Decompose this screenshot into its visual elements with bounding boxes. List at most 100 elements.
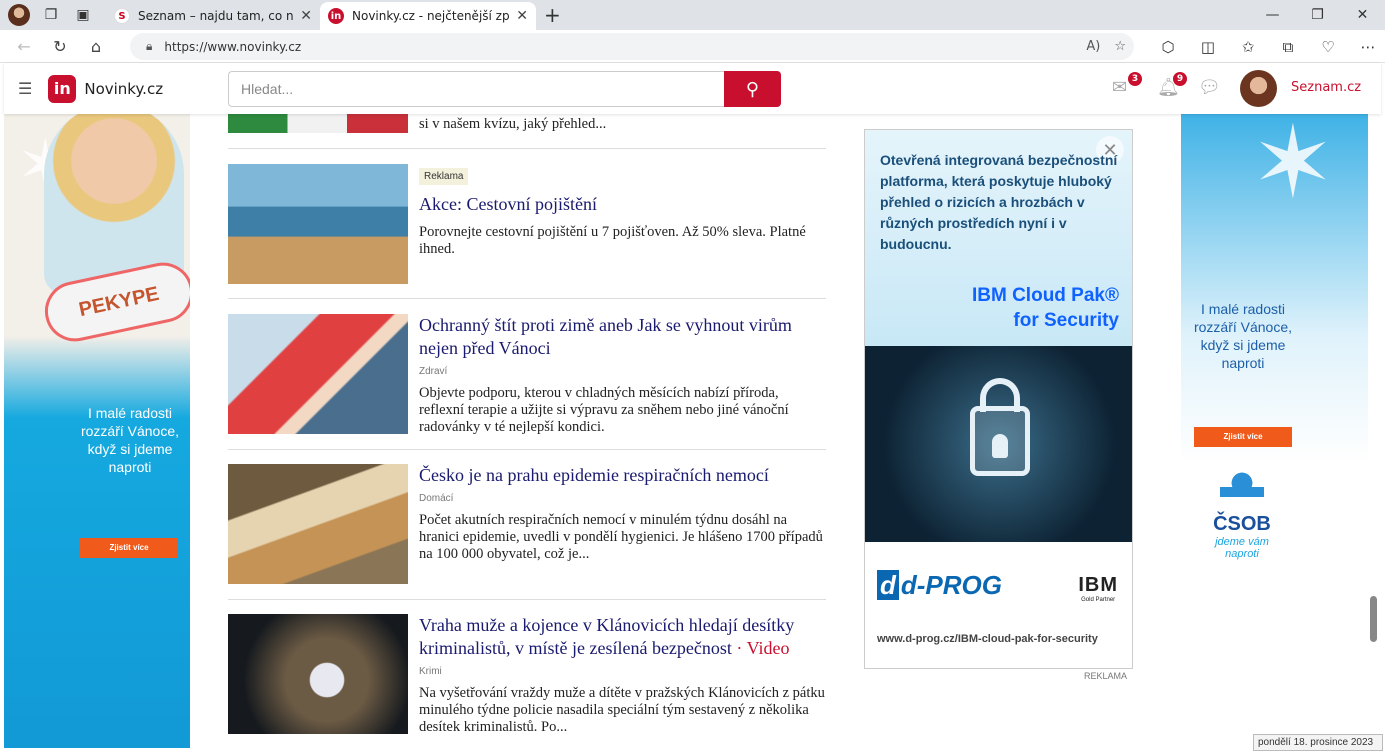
list-item[interactable]: Česko je na prahu epidemie respiračních …: [228, 450, 826, 600]
list-item[interactable]: Reklama Akce: Cestovní pojištění Porovne…: [228, 149, 826, 299]
ad-label: REKLAMA: [1084, 671, 1128, 681]
csob-logo: ČSOB jdeme vám naproti: [1207, 469, 1277, 560]
banner-cta-button[interactable]: Zjistit více: [1194, 427, 1292, 447]
chat-icon[interactable]: 💬︎: [1198, 77, 1222, 99]
article-category[interactable]: Zdraví: [419, 366, 827, 377]
refresh-icon[interactable]: ↻: [42, 37, 78, 56]
right-side-banner[interactable]: ✶ I malé radosti rozzáří Vánoce, když si…: [1181, 114, 1368, 748]
left-side-banner[interactable]: ✶ PEKYPE I malé radosti rozzáří Vánoce, …: [4, 114, 190, 748]
profile-avatar[interactable]: [6, 2, 32, 28]
csob-logo-icon: [1220, 469, 1264, 509]
article-thumbnail[interactable]: [228, 114, 408, 133]
collections-icon[interactable]: ⧉: [1268, 38, 1308, 56]
ad-headline: Otevřená integrovaná bezpečnostní platfo…: [880, 152, 1118, 252]
site-brand[interactable]: Novinky.cz: [84, 80, 163, 98]
tab-title: Novinky.cz - nejčtenější zprávy n: [352, 9, 510, 23]
ad-product: IBM Cloud Pak® for Security: [972, 283, 1119, 333]
article-thumbnail[interactable]: [228, 314, 408, 434]
video-label: · Video: [736, 638, 790, 658]
menu-icon[interactable]: ☰: [18, 79, 32, 98]
list-item[interactable]: Ochranný štít proti zimě aneb Jak se vyh…: [228, 299, 826, 450]
tab-novinky[interactable]: in Novinky.cz - nejčtenější zprávy n ✕: [320, 2, 536, 30]
browser-essentials-icon[interactable]: ♡: [1308, 38, 1348, 56]
workspaces-icon[interactable]: ❐: [38, 2, 64, 28]
article-body: Česko je na prahu epidemie respiračních …: [419, 464, 827, 563]
back-icon[interactable]: ←: [6, 37, 42, 56]
novinky-logo[interactable]: in: [48, 74, 77, 103]
tab-title: Seznam – najdu tam, co neznám: [138, 9, 294, 23]
article-title[interactable]: Ochranný štít proti zimě aneb Jak se vyh…: [419, 314, 827, 360]
article-thumbnail[interactable]: [228, 614, 408, 734]
article-perex: si v našem kvízu, jaký přehled...: [419, 116, 607, 132]
seznam-link[interactable]: Seznam.cz: [1291, 80, 1361, 95]
ad-product-line2: for Security: [1013, 310, 1119, 331]
article-title[interactable]: Akce: Cestovní pojištění: [419, 193, 827, 216]
split-screen-icon[interactable]: ◫: [1188, 38, 1228, 56]
article-thumbnail[interactable]: [228, 464, 408, 584]
article-perex: Na vyšetřování vraždy muže a dítěte v pr…: [419, 685, 825, 735]
tab-close-icon[interactable]: ✕: [516, 8, 528, 24]
mail-icon[interactable]: ✉ 3: [1112, 72, 1142, 99]
search-input[interactable]: [228, 71, 724, 107]
article-title[interactable]: Vraha muže a kojence v Klánovicích hleda…: [419, 614, 827, 660]
lock-icon[interactable]: 🔒︎: [146, 39, 152, 54]
url-field[interactable]: 🔒︎ https://www.novinky.cz A) ☆: [130, 33, 1134, 60]
search-button[interactable]: ⚲: [724, 71, 781, 107]
browser-toolbar: ⬡ ◫ ✩ ⧉ ♡ ⋯: [1148, 30, 1385, 63]
new-tab-icon[interactable]: +: [544, 3, 561, 27]
csob-slogan: jdeme vám naproti: [1215, 536, 1269, 560]
scrollbar-thumb[interactable]: [1370, 596, 1377, 642]
tab-seznam[interactable]: S Seznam – najdu tam, co neznám ✕: [106, 2, 320, 30]
close-window-icon[interactable]: ✕: [1340, 0, 1385, 30]
tab-actions-icon[interactable]: ▣: [70, 2, 96, 28]
banner-cta-button[interactable]: Zjistit více: [80, 538, 178, 558]
dprog-mark: d: [877, 570, 899, 600]
read-aloud-icon[interactable]: A): [1086, 39, 1100, 54]
ad-product-line1: IBM Cloud Pak®: [971, 285, 1119, 306]
article-title[interactable]: Česko je na prahu epidemie respiračních …: [419, 464, 827, 487]
csob-name: ČSOB: [1213, 513, 1271, 535]
novinky-favicon-icon: in: [328, 8, 344, 24]
minimize-icon[interactable]: —: [1250, 0, 1295, 30]
ibm-logo: IBM Gold Partner: [1078, 574, 1118, 603]
notification-bell-icon[interactable]: 🔔︎ 9: [1157, 72, 1187, 99]
seznam-favicon-icon: S: [114, 8, 130, 24]
tab-close-icon[interactable]: ✕: [300, 8, 312, 24]
ibm-partner-text: Gold Partner: [1081, 597, 1116, 603]
mail-badge: 3: [1128, 72, 1142, 86]
article-thumbnail[interactable]: [228, 164, 408, 284]
restore-icon[interactable]: ❐: [1295, 0, 1340, 30]
ibm-ad[interactable]: ✕ Otevřená integrovaná bezpečnostní plat…: [864, 129, 1133, 669]
article-perex: Objevte podporu, kterou v chladných měsí…: [419, 385, 789, 435]
status-bar: pondělí 18. prosince 2023: [1253, 734, 1383, 751]
more-menu-icon[interactable]: ⋯: [1348, 38, 1385, 56]
keyhole: [992, 434, 1008, 458]
search-icon: ⚲: [745, 78, 760, 99]
article-category[interactable]: Krimi: [419, 666, 827, 677]
article-body: Vraha muže a kojence v Klánovicích hleda…: [419, 614, 827, 736]
star-decoration-icon: ✶: [1251, 114, 1335, 221]
search-box: ⚲: [228, 71, 781, 107]
ad-url[interactable]: www.d-prog.cz/IBM-cloud-pak-for-security: [877, 633, 1098, 645]
favorites-icon[interactable]: ✩: [1228, 38, 1268, 56]
browser-tab-bar: ❐ ▣ S Seznam – najdu tam, co neznám ✕ in…: [0, 0, 1385, 30]
list-item[interactable]: si v našem kvízu, jaký přehled...: [228, 114, 826, 149]
sponsor-badge: Reklama: [419, 168, 469, 185]
article-body: si v našem kvízu, jaký přehled...: [419, 114, 827, 133]
favorite-star-icon[interactable]: ☆: [1114, 39, 1126, 54]
window-controls: — ❐ ✕: [1250, 0, 1385, 30]
article-body: Reklama Akce: Cestovní pojištění Porovne…: [419, 164, 827, 258]
article-category[interactable]: Domácí: [419, 493, 827, 504]
dprog-text: d-PROG: [900, 570, 1002, 600]
banner-text: I malé radosti rozzáří Vánoce, když si j…: [80, 405, 180, 475]
list-item[interactable]: Vraha muže a kojence v Klánovicích hleda…: [228, 600, 826, 748]
extensions-icon[interactable]: ⬡: [1148, 38, 1188, 56]
home-icon[interactable]: ⌂: [78, 37, 114, 56]
article-body: Ochranný štít proti zimě aneb Jak se vyh…: [419, 314, 827, 436]
notification-badge: 9: [1173, 72, 1187, 86]
user-avatar[interactable]: [1240, 70, 1277, 107]
ibm-logo-text: IBM: [1078, 574, 1118, 596]
site-header: ☰ in Novinky.cz ⚲ ✉3 🔔︎9 💬︎ Seznam.cz: [4, 63, 1381, 114]
url-text: https://www.novinky.cz: [164, 39, 302, 54]
dprog-logo: d d-PROG: [877, 570, 1002, 601]
